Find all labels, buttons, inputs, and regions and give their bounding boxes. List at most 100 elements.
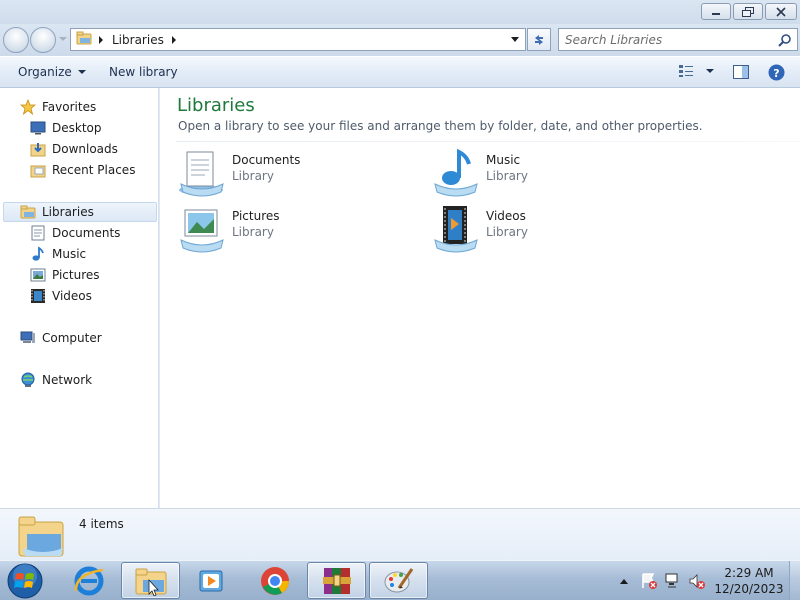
- change-view-button[interactable]: [678, 64, 714, 78]
- volume-muted-icon[interactable]: [688, 572, 706, 590]
- network-status-icon[interactable]: [664, 572, 682, 590]
- nav-favorites-label: Favorites: [42, 100, 97, 114]
- preview-pane-button[interactable]: [733, 64, 749, 83]
- desktop-icon: [30, 120, 46, 136]
- taskbar-paint[interactable]: [369, 562, 428, 599]
- system-clock[interactable]: 2:29 AM 12/20/2023: [714, 565, 784, 597]
- nav-item-label: Desktop: [52, 121, 102, 135]
- recent-places-icon: [30, 162, 46, 178]
- show-desktop-button[interactable]: [789, 561, 800, 600]
- music-library-icon: [434, 148, 478, 197]
- taskbar: 2:29 AM 12/20/2023: [0, 560, 800, 600]
- refresh-icon: [535, 34, 543, 45]
- file-explorer-icon: [135, 568, 166, 596]
- winrar-icon: [322, 567, 351, 594]
- nav-network-label: Network: [42, 373, 93, 387]
- address-dropdown-icon[interactable]: [511, 37, 519, 42]
- network-icon: [20, 372, 36, 388]
- library-tile-videos[interactable]: Videos Library: [431, 204, 671, 256]
- window-title-bar: [0, 0, 800, 24]
- nav-favorites[interactable]: Favorites: [20, 97, 96, 117]
- windows-start-icon: [7, 563, 43, 599]
- libraries-icon: [20, 204, 36, 220]
- back-button[interactable]: [3, 27, 29, 53]
- search-box[interactable]: [558, 28, 798, 51]
- show-hidden-icons-icon[interactable]: [620, 578, 628, 584]
- minimize-button[interactable]: [701, 3, 731, 20]
- documents-library-icon: [179, 151, 224, 197]
- taskbar-file-explorer[interactable]: [121, 562, 180, 599]
- forward-button[interactable]: [30, 27, 56, 53]
- close-icon: [776, 6, 786, 17]
- breadcrumb-arrow-icon[interactable]: [99, 35, 103, 44]
- library-tile-documents[interactable]: Documents Library: [177, 148, 417, 200]
- start-button[interactable]: [5, 562, 45, 600]
- library-type: Library: [486, 225, 528, 239]
- nav-item-label: Pictures: [52, 268, 100, 282]
- nav-item-recent-places[interactable]: Recent Places: [30, 160, 135, 180]
- refresh-button[interactable]: [527, 28, 551, 51]
- taskbar-internet-explorer[interactable]: [59, 562, 118, 599]
- divider: [176, 141, 800, 142]
- address-bar[interactable]: Libraries: [70, 28, 526, 51]
- star-icon: [20, 99, 36, 115]
- library-type: Library: [232, 225, 274, 239]
- search-input[interactable]: [559, 29, 769, 50]
- breadcrumb-libraries[interactable]: Libraries: [112, 33, 164, 47]
- svg-text:?: ?: [773, 67, 779, 80]
- page-title: Libraries: [177, 95, 255, 116]
- nav-item-label: Downloads: [52, 142, 118, 156]
- libraries-folder-icon: [18, 516, 64, 557]
- help-button[interactable]: ?: [768, 64, 785, 84]
- nav-item-label: Music: [52, 247, 87, 261]
- taskbar-chrome[interactable]: [245, 562, 304, 599]
- action-center-icon[interactable]: [640, 572, 658, 590]
- close-button[interactable]: [765, 3, 797, 20]
- restore-button[interactable]: [733, 3, 763, 20]
- pictures-icon: [30, 267, 46, 283]
- nav-item-downloads[interactable]: Downloads: [30, 139, 118, 159]
- library-name: Music: [486, 153, 521, 167]
- library-tile-pictures[interactable]: Pictures Library: [177, 204, 417, 256]
- search-icon[interactable]: [778, 33, 792, 50]
- organize-button[interactable]: Organize: [18, 65, 86, 79]
- nav-item-music[interactable]: Music: [30, 244, 86, 264]
- chevron-down-icon: [77, 70, 86, 74]
- nav-item-label: Documents: [52, 226, 121, 240]
- taskbar-media-player[interactable]: [181, 562, 240, 599]
- nav-item-desktop[interactable]: Desktop: [30, 118, 102, 138]
- minimize-icon: [712, 12, 720, 15]
- library-type: Library: [232, 169, 274, 183]
- chevron-down-icon: [706, 69, 714, 73]
- computer-icon: [20, 330, 36, 346]
- videos-library-icon: [434, 206, 478, 253]
- navigation-pane: Favorites Desktop Downloads Recent Place…: [0, 88, 159, 508]
- nav-item-documents[interactable]: Documents: [30, 223, 120, 243]
- library-tile-music[interactable]: Music Library: [431, 148, 671, 200]
- new-library-button[interactable]: New library: [109, 65, 178, 79]
- nav-network[interactable]: Network: [20, 370, 92, 390]
- breadcrumb-arrow-icon[interactable]: [171, 35, 176, 44]
- clock-time: 2:29 AM: [724, 566, 774, 580]
- help-icon: ?: [768, 64, 785, 81]
- new-library-label: New library: [109, 65, 178, 79]
- recent-pages-dropdown[interactable]: [59, 37, 67, 41]
- organize-label: Organize: [18, 65, 72, 79]
- command-bar: Organize New library ?: [0, 56, 800, 88]
- clock-date: 12/20/2023: [714, 582, 784, 596]
- libraries-folder-icon: [76, 31, 92, 48]
- taskbar-winrar[interactable]: [307, 562, 366, 599]
- nav-libraries[interactable]: Libraries: [3, 202, 157, 222]
- nav-item-videos[interactable]: Videos: [30, 286, 92, 306]
- address-row: Libraries: [0, 24, 800, 56]
- downloads-icon: [30, 141, 46, 157]
- views-icon: [679, 65, 693, 77]
- library-name: Videos: [486, 209, 526, 223]
- nav-computer[interactable]: Computer: [20, 328, 102, 348]
- library-type: Library: [486, 169, 528, 183]
- details-pane: 4 items: [0, 508, 800, 560]
- pictures-library-icon: [180, 209, 224, 253]
- library-name: Documents: [232, 153, 301, 167]
- nav-item-pictures[interactable]: Pictures: [30, 265, 100, 285]
- paint-icon: [384, 567, 413, 592]
